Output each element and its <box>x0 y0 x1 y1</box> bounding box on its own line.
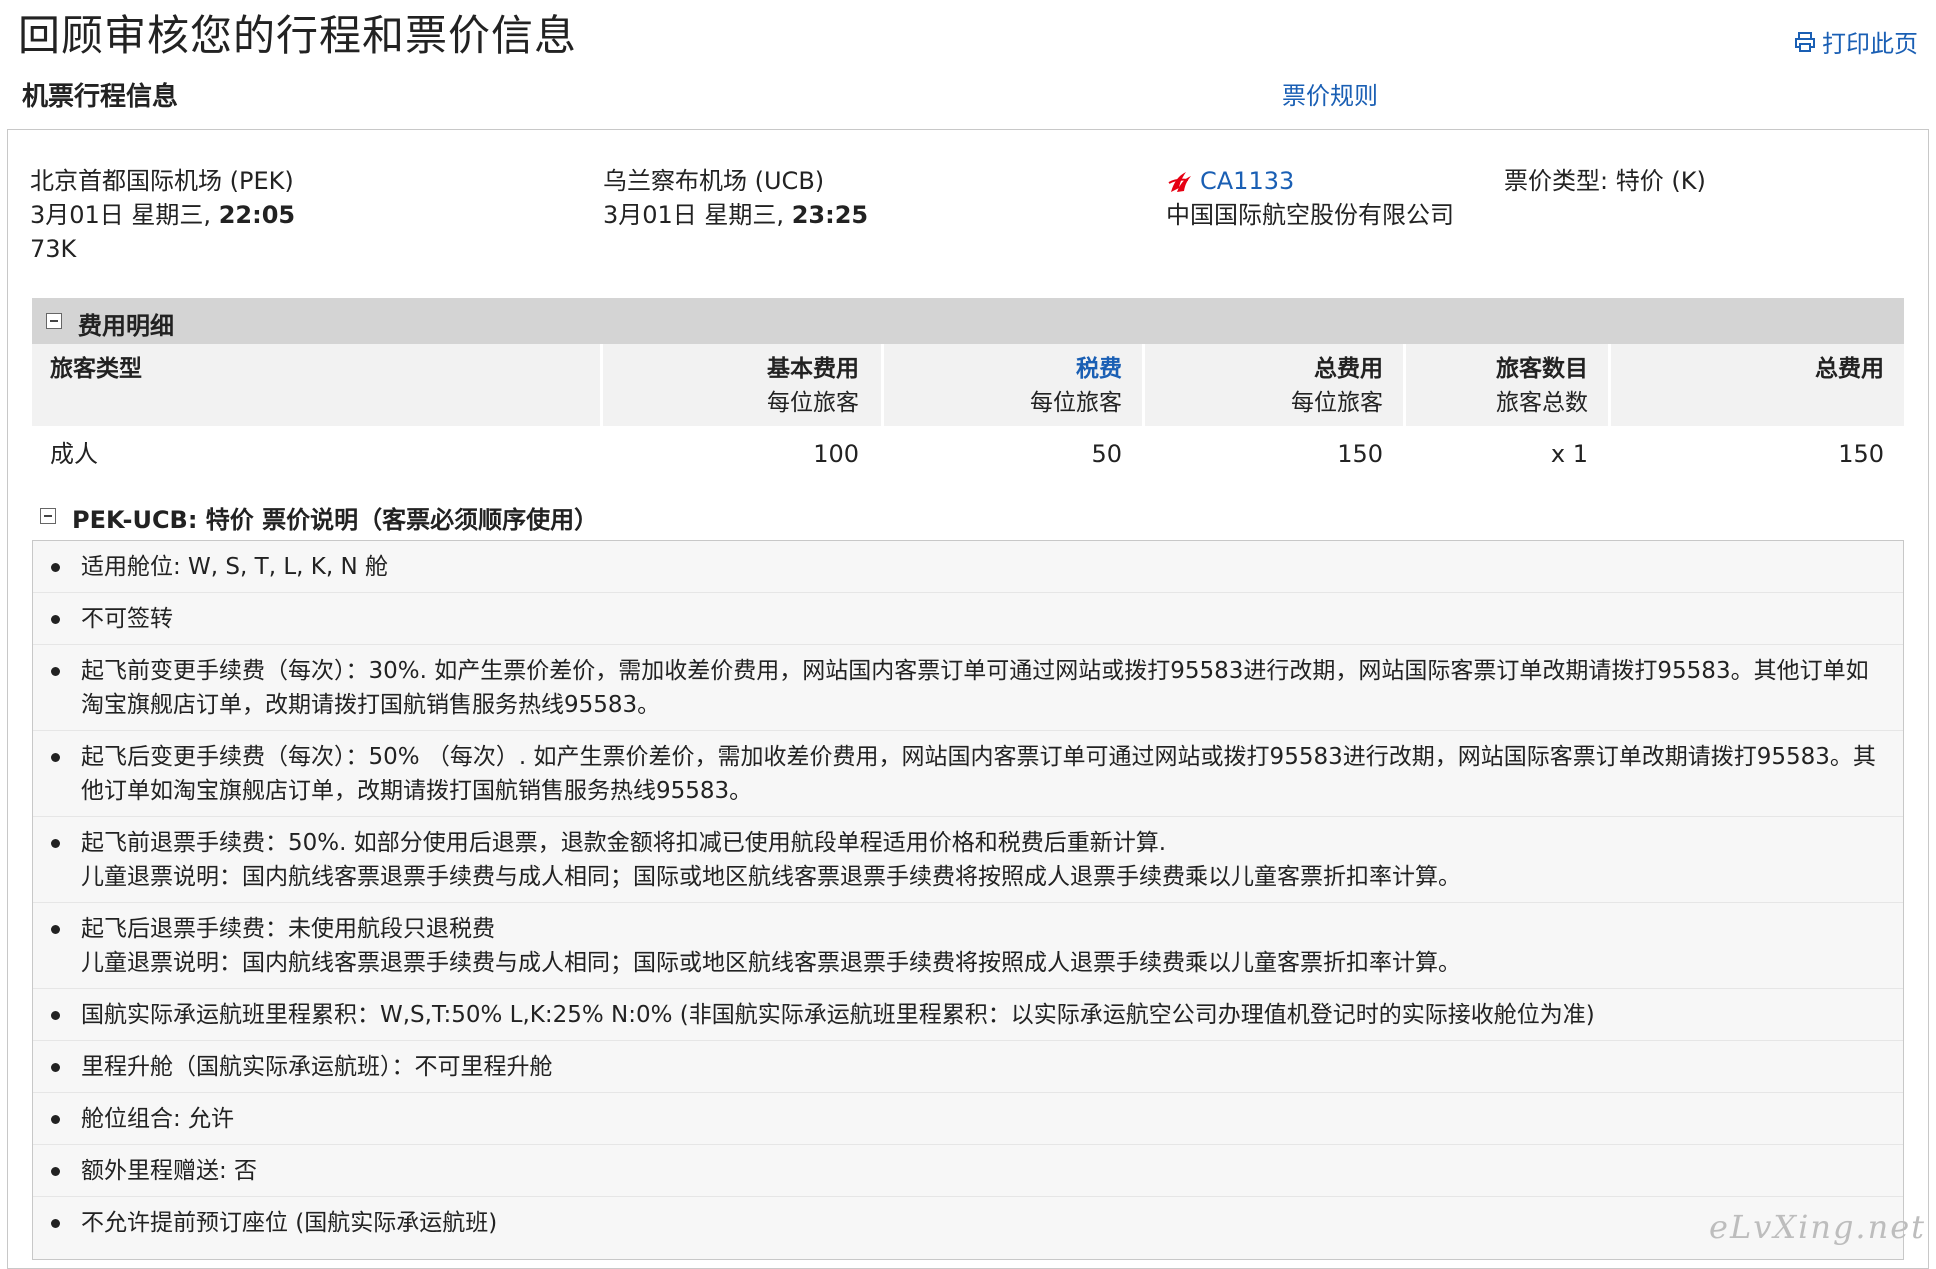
print-page-label[interactable]: 打印此页 <box>1822 24 1918 59</box>
rule-text: 起飞后退票手续费：未使用航段只退税费 <box>81 916 495 942</box>
row-base-fee: 100 <box>813 440 859 468</box>
section-heading: 机票行程信息 <box>22 82 179 112</box>
aircraft-type: 73K <box>30 235 77 263</box>
origin-airport: 北京首都国际机场 (PEK) <box>30 167 294 195</box>
col-total-per-sub: 每位旅客 <box>1291 390 1383 416</box>
rule-item: 不可签转 <box>33 593 1903 645</box>
col-passenger-type-label: 旅客类型 <box>50 356 142 382</box>
rule-text-block: 起飞后退票手续费：未使用航段只退税费 儿童退票说明：国内航线客票退票手续费与成人… <box>81 912 1887 980</box>
page-title: 回顾审核您的行程和票价信息 <box>18 11 578 60</box>
fare-type: 票价类型: 特价 (K) <box>1504 164 1706 198</box>
flight-number-row: CA1133 <box>1166 164 1454 198</box>
fee-breakdown-header[interactable]: 费用明细 <box>32 298 1904 344</box>
bullet-icon <box>51 1167 60 1176</box>
col-passenger-type: 旅客类型 <box>32 344 600 426</box>
rule-item: 适用舱位: W, S, T, L, K, N 舱 <box>33 541 1903 593</box>
destination-airport: 乌兰察布机场 (UCB) <box>603 167 825 195</box>
col-passenger-count-sub: 旅客总数 <box>1496 390 1588 416</box>
rule-text: 起飞前变更手续费（每次）：30%. 如产生票价差价，需加收差价费用，网站国内客票… <box>81 658 1869 718</box>
rule-text: 适用舱位: W, S, T, L, K, N 舱 <box>81 554 388 580</box>
col-passenger-count-label: 旅客数目 <box>1496 356 1588 382</box>
fare-rules-heading: PEK-UCB: 特价 票价说明（客票必须顺序使用） <box>72 506 599 534</box>
airline-name: 中国国际航空股份有限公司 <box>1166 201 1454 229</box>
col-grand-total: 总费用 <box>1611 344 1904 426</box>
origin-time: 22:05 <box>218 201 296 229</box>
rules-collapse-icon[interactable] <box>40 508 56 524</box>
rule-text: 额外里程赠送: 否 <box>81 1158 258 1184</box>
rule-text-child-note: 儿童退票说明：国内航线客票退票手续费与成人相同；国际或地区航线客票退票手续费将按… <box>81 864 1461 890</box>
bullet-icon <box>51 1219 60 1228</box>
rule-text: 不允许提前预订座位 (国航实际承运航班) <box>81 1210 498 1236</box>
fare-rules-link[interactable]: 票价规则 <box>1282 76 1378 111</box>
collapse-icon[interactable] <box>46 313 62 329</box>
fee-breakdown-title: 费用明细 <box>78 312 174 340</box>
rule-text: 里程升舱（国航实际承运航班）：不可里程升舱 <box>81 1054 553 1080</box>
col-passenger-count: 旅客数目 旅客总数 <box>1406 344 1608 426</box>
col-tax: 税费 每位旅客 <box>884 344 1142 426</box>
col-total-per-label: 总费用 <box>1314 356 1383 382</box>
rule-text: 起飞前退票手续费：50%. 如部分使用后退票，退款金额将扣减已使用航段单程适用价… <box>81 830 1167 856</box>
col-grand-total-label: 总费用 <box>1815 356 1884 382</box>
rule-item: 起飞前变更手续费（每次）：30%. 如产生票价差价，需加收差价费用，网站国内客票… <box>33 645 1903 731</box>
row-grand-total: 150 <box>1838 440 1884 468</box>
destination-date: 3月01日 星期三, <box>603 201 792 229</box>
bullet-icon <box>51 839 60 848</box>
rule-text: 舱位组合: 允许 <box>81 1106 235 1132</box>
bullet-icon <box>51 1011 60 1020</box>
col-tax-link[interactable]: 税费 <box>884 352 1122 386</box>
air-china-logo-icon <box>1168 172 1191 192</box>
origin-datetime: 3月01日 星期三, 22:05 <box>30 198 295 232</box>
col-base-fee-label: 基本费用 <box>767 356 859 382</box>
rule-item: 起飞前退票手续费：50%. 如部分使用后退票，退款金额将扣减已使用航段单程适用价… <box>33 817 1903 903</box>
print-page-link[interactable]: 打印此页 <box>1794 24 1918 59</box>
col-base-fee: 基本费用 每位旅客 <box>603 344 881 426</box>
bullet-icon <box>51 667 60 676</box>
col-base-fee-sub: 每位旅客 <box>767 390 859 416</box>
rule-text: 国航实际承运航班里程累积：W,S,T:50% L,K:25% N:0% (非国航… <box>81 1002 1595 1028</box>
row-tax: 50 <box>1091 440 1122 468</box>
col-total-per: 总费用 每位旅客 <box>1145 344 1403 426</box>
fare-type-value: 特价 (K) <box>1615 167 1706 195</box>
origin-block: 北京首都国际机场 (PEK) 3月01日 星期三, 22:05 73K <box>30 164 295 266</box>
bullet-icon <box>51 563 60 572</box>
rule-item: 不允许提前预订座位 (国航实际承运航班) <box>33 1197 1903 1259</box>
rule-item: 里程升舱（国航实际承运航班）：不可里程升舱 <box>33 1041 1903 1093</box>
bullet-icon <box>51 1115 60 1124</box>
rule-text: 不可签转 <box>81 606 173 632</box>
destination-datetime: 3月01日 星期三, 23:25 <box>603 198 868 232</box>
bullet-icon <box>51 1063 60 1072</box>
destination-time: 23:25 <box>791 201 869 229</box>
fare-type-label: 票价类型: <box>1504 167 1616 195</box>
bullet-icon <box>51 753 60 762</box>
rule-text-block: 起飞前退票手续费：50%. 如部分使用后退票，退款金额将扣减已使用航段单程适用价… <box>81 826 1887 894</box>
flight-number-link[interactable]: CA1133 <box>1200 167 1294 195</box>
origin-date: 3月01日 星期三, <box>30 201 219 229</box>
destination-block: 乌兰察布机场 (UCB) 3月01日 星期三, 23:25 <box>603 164 868 232</box>
row-total-per: 150 <box>1337 440 1383 468</box>
col-tax-sub: 每位旅客 <box>1030 390 1122 416</box>
rule-item: 起飞后变更手续费（每次）：50% （每次）. 如产生票价差价，需加收差价费用，网… <box>33 731 1903 817</box>
rule-item: 起飞后退票手续费：未使用航段只退税费 儿童退票说明：国内航线客票退票手续费与成人… <box>33 903 1903 989</box>
printer-icon <box>1795 31 1815 52</box>
row-passenger-type: 成人 <box>50 440 98 468</box>
rule-text: 起飞后变更手续费（每次）：50% （每次）. 如产生票价差价，需加收差价费用，网… <box>81 744 1876 804</box>
rule-item: 额外里程赠送: 否 <box>33 1145 1903 1197</box>
rule-text-child-note: 儿童退票说明：国内航线客票退票手续费与成人相同；国际或地区航线客票退票手续费将按… <box>81 950 1461 976</box>
flight-block: CA1133 中国国际航空股份有限公司 <box>1166 164 1454 232</box>
rule-item: 国航实际承运航班里程累积：W,S,T:50% L,K:25% N:0% (非国航… <box>33 989 1903 1041</box>
watermark: eLvXing.net <box>1709 1208 1926 1246</box>
bullet-icon <box>51 615 60 624</box>
row-passenger-count: x 1 <box>1550 440 1588 468</box>
fare-rules-list: 适用舱位: W, S, T, L, K, N 舱 不可签转 起飞前变更手续费（每… <box>32 540 1904 1260</box>
rule-item: 舱位组合: 允许 <box>33 1093 1903 1145</box>
bullet-icon <box>51 925 60 934</box>
